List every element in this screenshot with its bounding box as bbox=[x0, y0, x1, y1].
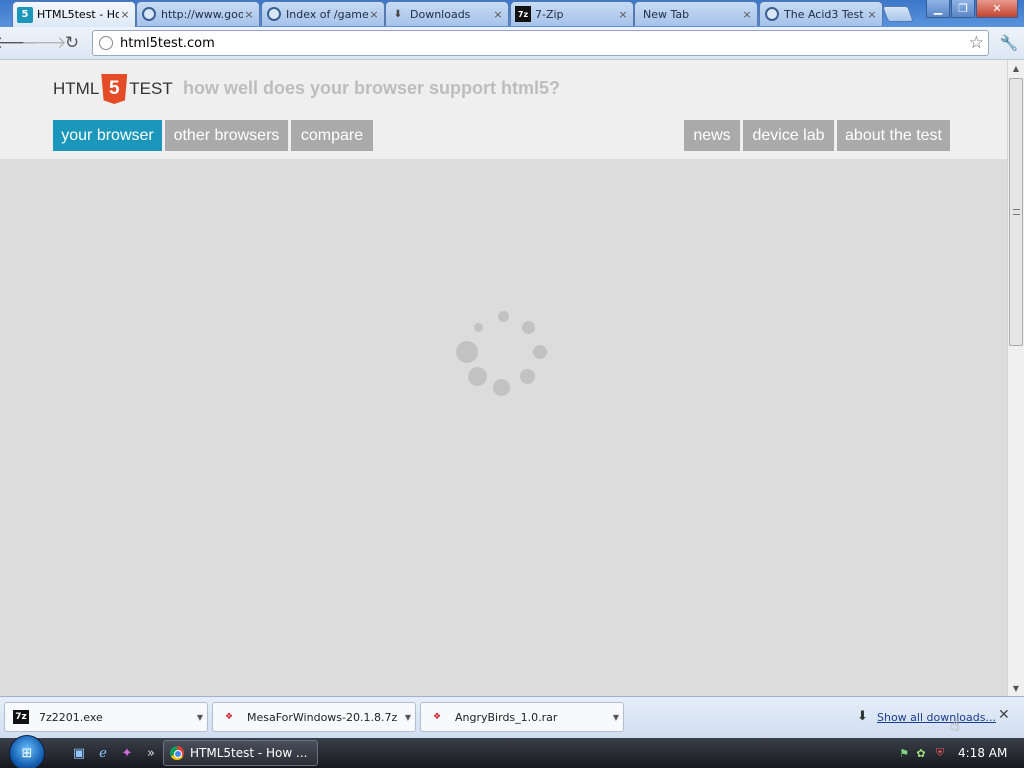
browser-toolbar: 🡐 🡒 ↻ html5test.com ☆ 🔧 bbox=[0, 27, 1024, 60]
security-shield-icon[interactable]: ⛨ bbox=[933, 746, 947, 760]
tab-index-games[interactable]: Index of /games × bbox=[261, 1, 385, 26]
tab-strip: 5 HTML5test - How × http://www.goo × Ind… bbox=[0, 0, 1024, 27]
page-viewport: HTML 5 TEST how well does your browser s… bbox=[0, 60, 1007, 696]
tab-close-icon[interactable]: × bbox=[617, 8, 629, 21]
menu-compare[interactable]: compare bbox=[291, 120, 373, 151]
archive-icon: ❖ bbox=[224, 712, 234, 722]
sevenzip-icon: 7z bbox=[515, 6, 531, 22]
wrench-icon: 🔧 bbox=[999, 34, 1019, 52]
start-button[interactable]: ⊞ bbox=[9, 735, 45, 768]
menu-device-lab[interactable]: device lab bbox=[743, 120, 834, 151]
download-item[interactable]: ❖ MesaForWindows-20.1.8.7z ▼ bbox=[212, 702, 416, 732]
menu-other-browsers[interactable]: other browsers bbox=[165, 120, 288, 151]
more-quicklaunch-icon[interactable]: » bbox=[142, 744, 160, 762]
forward-arrow-icon: 🡒 bbox=[21, 33, 67, 53]
minimize-icon: ▁ bbox=[933, 2, 943, 15]
tab-close-icon[interactable]: × bbox=[741, 8, 753, 21]
tab-close-icon[interactable]: × bbox=[243, 8, 255, 21]
globe-icon bbox=[266, 6, 282, 22]
site-tagline: how well does your browser support html5… bbox=[183, 78, 561, 98]
tab-label: HTML5test - How bbox=[37, 8, 119, 21]
restore-icon: ❐ bbox=[958, 2, 968, 15]
vertical-scrollbar[interactable]: ▲ ▼ bbox=[1007, 60, 1024, 696]
tab-label: Index of /games bbox=[286, 7, 368, 21]
show-desktop-icon[interactable]: ▣ bbox=[70, 744, 88, 762]
internet-explorer-icon[interactable]: ℯ bbox=[94, 744, 112, 762]
forward-button[interactable]: 🡒 bbox=[21, 32, 67, 54]
url-text[interactable]: html5test.com bbox=[120, 36, 969, 51]
tab-label: http://www.goo bbox=[161, 7, 243, 21]
show-all-downloads-link[interactable]: Show all downloads... bbox=[877, 711, 996, 724]
mouse-cursor-icon: ☝ bbox=[950, 715, 960, 734]
html5test-icon: 5 bbox=[17, 6, 33, 23]
tab-label: 7-Zip bbox=[535, 7, 564, 21]
windows-logo-icon: ⊞ bbox=[21, 745, 33, 761]
chevron-down-icon[interactable]: ▼ bbox=[193, 713, 207, 722]
chevron-down-icon[interactable]: ▼ bbox=[401, 713, 415, 722]
tab-label: Downloads bbox=[410, 7, 471, 21]
logo-html-text: HTML bbox=[53, 79, 100, 98]
html5-shield-icon: 5 bbox=[101, 74, 128, 104]
new-tab-button[interactable] bbox=[882, 6, 914, 22]
network-tray-icon[interactable]: ⚑ bbox=[897, 746, 911, 760]
sevenzip-icon: 7z bbox=[13, 710, 29, 724]
minimize-button[interactable]: ▁ bbox=[926, 0, 950, 18]
windows-taskbar: ⊞ ▣ ℯ ✦ » HTML5test - How ... ⚑ ✿ ⛨ 4:18… bbox=[0, 735, 1024, 768]
wrench-menu-button[interactable]: 🔧 bbox=[998, 32, 1020, 54]
scroll-up-arrow-icon[interactable]: ▲ bbox=[1008, 60, 1024, 76]
bookmark-star-icon[interactable]: ☆ bbox=[969, 33, 984, 53]
tab-close-icon[interactable]: × bbox=[492, 8, 504, 21]
globe-icon bbox=[141, 6, 157, 22]
globe-icon bbox=[764, 6, 780, 22]
update-tray-icon[interactable]: ✿ bbox=[914, 746, 928, 760]
tab-label: The Acid3 Test bbox=[784, 7, 864, 21]
close-shelf-icon[interactable]: ✕ bbox=[998, 707, 1010, 723]
restore-button[interactable]: ❐ bbox=[951, 0, 975, 18]
page-icon bbox=[99, 36, 113, 50]
tab-html5test[interactable]: 5 HTML5test - How × bbox=[12, 1, 136, 27]
chevron-down-icon[interactable]: ▼ bbox=[609, 713, 623, 722]
menu-news[interactable]: news bbox=[684, 120, 740, 151]
download-shelf: 7z 7z2201.exe ▼ ❖ MesaForWindows-20.1.8.… bbox=[0, 696, 1024, 738]
taskbar-window-label: HTML5test - How ... bbox=[190, 746, 308, 760]
download-arrow-icon: ⬇ bbox=[857, 709, 868, 724]
chrome-icon bbox=[170, 746, 184, 760]
site-header: HTML 5 TEST how well does your browser s… bbox=[0, 60, 1007, 159]
tab-close-icon[interactable]: × bbox=[866, 8, 878, 21]
tab-downloads[interactable]: ⬇ Downloads × bbox=[385, 1, 509, 26]
tab-new-tab[interactable]: New Tab × bbox=[634, 1, 758, 26]
site-logo[interactable]: HTML 5 TEST bbox=[53, 74, 173, 104]
tab-google[interactable]: http://www.goo × bbox=[136, 1, 260, 26]
close-window-button[interactable]: ✕ bbox=[976, 0, 1018, 18]
taskbar-clock[interactable]: 4:18 AM bbox=[958, 746, 1007, 760]
scroll-down-arrow-icon[interactable]: ▼ bbox=[1008, 680, 1024, 696]
reload-icon: ↻ bbox=[64, 33, 80, 53]
download-filename: MesaForWindows-20.1.8.7z bbox=[247, 710, 398, 724]
tab-7zip[interactable]: 7z 7-Zip × bbox=[510, 1, 634, 26]
tab-acid3[interactable]: The Acid3 Test × bbox=[759, 1, 883, 26]
download-item[interactable]: ❖ AngryBirds_1.0.rar ▼ bbox=[420, 702, 624, 732]
reload-button[interactable]: ↻ bbox=[61, 32, 83, 54]
tab-label: New Tab bbox=[643, 7, 690, 21]
loading-spinner bbox=[450, 307, 550, 397]
address-bar[interactable]: html5test.com ☆ bbox=[92, 30, 989, 56]
download-item[interactable]: 7z 7z2201.exe ▼ bbox=[4, 702, 208, 732]
taskbar-chrome-window[interactable]: HTML5test - How ... bbox=[163, 740, 318, 766]
scroll-thumb[interactable] bbox=[1009, 78, 1023, 346]
tab-close-icon[interactable]: × bbox=[119, 8, 131, 21]
logo-test-text: TEST bbox=[129, 79, 173, 98]
media-player-icon[interactable]: ✦ bbox=[118, 744, 136, 762]
download-filename: 7z2201.exe bbox=[39, 710, 103, 724]
menu-about-the-test[interactable]: about the test bbox=[837, 120, 950, 151]
download-filename: AngryBirds_1.0.rar bbox=[455, 710, 558, 724]
menu-your-browser[interactable]: your browser bbox=[53, 120, 162, 151]
archive-icon: ❖ bbox=[432, 712, 442, 722]
tab-close-icon[interactable]: × bbox=[368, 8, 380, 21]
close-icon: ✕ bbox=[992, 2, 1002, 15]
download-icon: ⬇ bbox=[393, 8, 403, 20]
